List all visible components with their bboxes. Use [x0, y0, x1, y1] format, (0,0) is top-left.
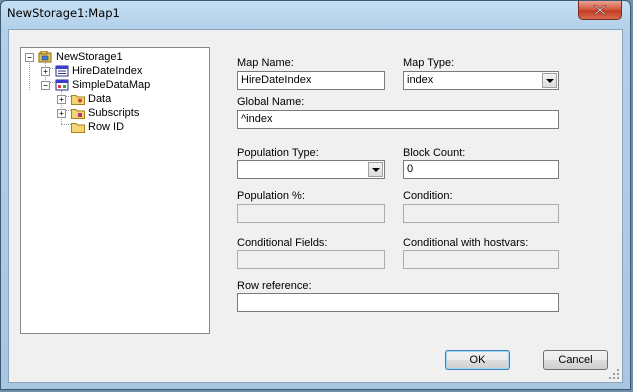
- condition-label: Condition:: [403, 190, 453, 202]
- folder-icon: [71, 123, 85, 133]
- row-reference-label: Row reference:: [237, 280, 312, 292]
- storage-icon: [38, 51, 52, 63]
- folder-icon: [71, 95, 85, 105]
- map-type-select[interactable]: index: [403, 71, 559, 90]
- window-title: NewStorage1:Map1: [7, 6, 120, 20]
- block-count-label: Block Count:: [403, 147, 466, 159]
- conditional-hostvars-label: Conditional with hostvars:: [403, 237, 529, 249]
- chevron-down-icon[interactable]: [368, 162, 383, 177]
- conditional-fields-input: [237, 250, 385, 269]
- tree-item-label: NewStorage1: [56, 51, 123, 63]
- conditional-hostvars-input: [403, 250, 559, 269]
- resize-grip-icon[interactable]: [609, 369, 619, 379]
- title-bar[interactable]: NewStorage1:Map1: [1, 1, 630, 29]
- data-map-icon: [55, 79, 69, 91]
- expand-icon[interactable]: +: [57, 95, 66, 104]
- tree-item-label: Data: [88, 93, 112, 105]
- tree-item-label: Row ID: [88, 121, 125, 133]
- dialog-window: NewStorage1:Map1 − NewStorage1 + HireDat…: [0, 0, 631, 390]
- chevron-down-icon[interactable]: [542, 73, 557, 88]
- tree-item-subscripts[interactable]: + Subscripts: [21, 106, 201, 120]
- expand-icon[interactable]: +: [57, 109, 66, 118]
- conditional-fields-label: Conditional Fields:: [237, 237, 328, 249]
- block-count-input[interactable]: 0: [403, 160, 559, 179]
- tree-item-rowid[interactable]: Row ID: [21, 120, 201, 134]
- map-name-label: Map Name:: [237, 57, 294, 69]
- map-tree-view[interactable]: − NewStorage1 + HireDateIndex − SimpleDa…: [20, 47, 210, 334]
- population-type-label: Population Type:: [237, 147, 319, 159]
- collapse-icon[interactable]: −: [25, 53, 34, 62]
- map-name-input[interactable]: HireDateIndex: [237, 71, 385, 90]
- population-percent-input: [237, 204, 385, 223]
- tree-item-label: HireDateIndex: [72, 65, 143, 77]
- close-button[interactable]: [578, 1, 622, 20]
- global-name-label: Global Name:: [237, 96, 305, 108]
- tree-item-data[interactable]: + Data: [21, 92, 201, 106]
- tree-item-label: Subscripts: [88, 107, 140, 119]
- population-percent-label: Population %:: [237, 190, 305, 202]
- global-name-input[interactable]: ^index: [237, 110, 559, 129]
- close-icon: [594, 5, 606, 15]
- row-reference-input[interactable]: [237, 293, 559, 312]
- folder-icon: [71, 109, 85, 119]
- population-type-select[interactable]: [237, 160, 385, 179]
- condition-input: [403, 204, 559, 223]
- tree-item-newstorage1[interactable]: − NewStorage1: [21, 50, 201, 64]
- tree-item-label: SimpleDataMap: [72, 79, 151, 91]
- dialog-client-area: − NewStorage1 + HireDateIndex − SimpleDa…: [8, 29, 623, 383]
- cancel-button[interactable]: Cancel: [543, 350, 608, 370]
- expand-icon[interactable]: +: [41, 67, 50, 76]
- map-type-label: Map Type:: [403, 57, 455, 69]
- tree-item-simpledatamap[interactable]: − SimpleDataMap: [21, 78, 201, 92]
- collapse-icon[interactable]: −: [41, 81, 50, 90]
- map-type-value: index: [407, 74, 434, 86]
- tree-item-hiredateindex[interactable]: + HireDateIndex: [21, 64, 201, 78]
- index-map-icon: [55, 65, 69, 77]
- ok-button[interactable]: OK: [445, 350, 510, 370]
